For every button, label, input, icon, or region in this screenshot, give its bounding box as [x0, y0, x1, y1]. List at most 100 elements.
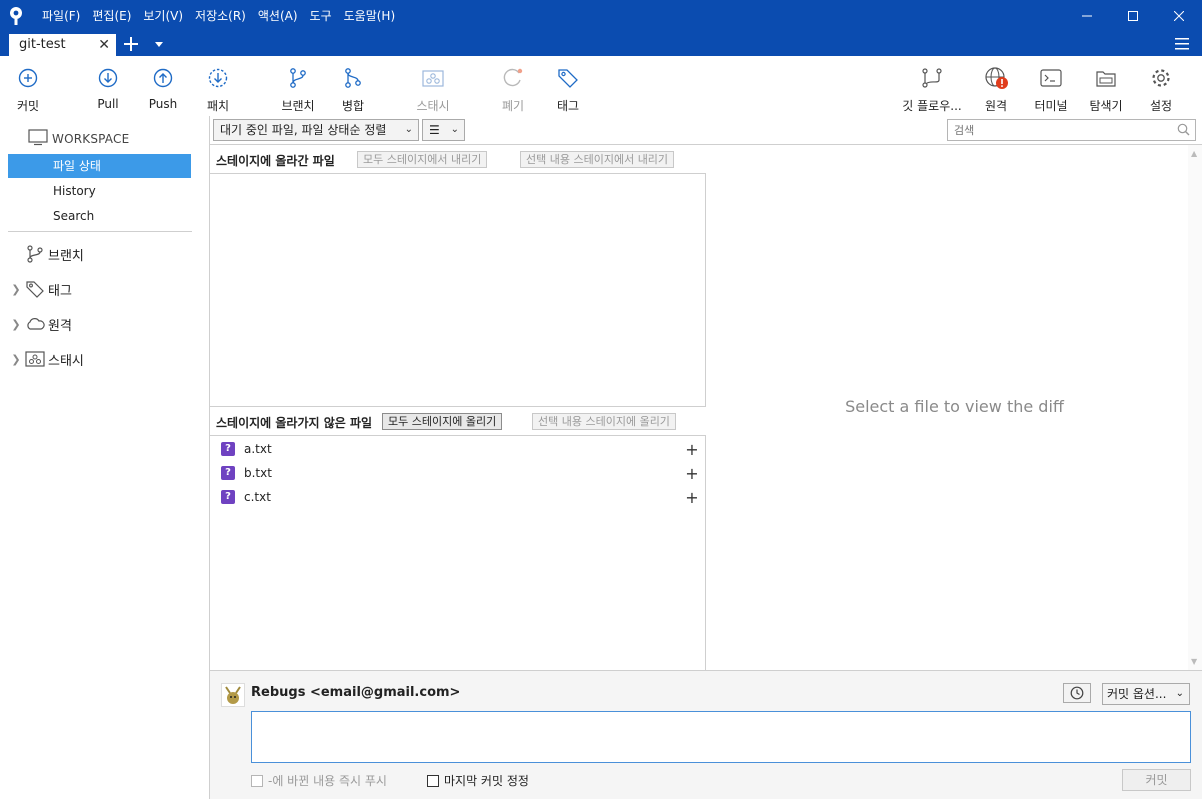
- merge-button[interactable]: 병합: [327, 66, 379, 114]
- push-button[interactable]: Push: [137, 66, 189, 114]
- git-flow-icon: [920, 66, 944, 90]
- sidebar-group-stashes[interactable]: ❯ 스태시: [8, 348, 84, 370]
- view-mode-dropdown[interactable]: ☰ ⌄: [422, 119, 465, 141]
- amend-option[interactable]: 마지막 커밋 정정: [427, 772, 529, 789]
- stage-file-plus-icon[interactable]: +: [684, 488, 700, 507]
- branch-icon: [286, 66, 310, 90]
- stage-file-plus-icon[interactable]: +: [684, 464, 700, 483]
- unstage-all-button[interactable]: 모두 스테이지에서 내리기: [357, 151, 488, 168]
- expand-arrow-icon[interactable]: ❯: [8, 353, 24, 366]
- tag-icon: [556, 66, 580, 90]
- app-menu-button[interactable]: [1174, 35, 1190, 53]
- search-field[interactable]: [947, 119, 1196, 141]
- discard-icon: [501, 66, 525, 90]
- stash-button[interactable]: 스태시: [407, 66, 459, 114]
- fetch-button[interactable]: 패치: [192, 66, 244, 114]
- cloud-icon: [24, 313, 46, 335]
- sidebar-group-label: 태그: [48, 283, 72, 299]
- sort-dropdown[interactable]: 대기 중인 파일, 파일 상태순 정렬 ⌄: [213, 119, 419, 141]
- tab-list-button[interactable]: [152, 33, 166, 55]
- scroll-down-arrow-icon[interactable]: ▼: [1191, 657, 1197, 666]
- terminal-button[interactable]: 터미널: [1025, 66, 1077, 114]
- file-row[interactable]: ? a.txt +: [210, 437, 706, 461]
- commit-message-input[interactable]: [252, 712, 1190, 762]
- tab-bar: git-test ✕: [0, 32, 1202, 56]
- menu-tools[interactable]: 도구: [304, 0, 338, 32]
- pull-button[interactable]: Pull: [82, 66, 134, 114]
- chevron-down-icon: [155, 41, 163, 47]
- toolbar: 커밋 Pull Push 패치 브랜치 병합 스태시 폐기 태그 깃 플로우..…: [0, 56, 1202, 116]
- push-immediately-checkbox[interactable]: [251, 774, 263, 787]
- discard-button[interactable]: 폐기: [487, 66, 539, 114]
- file-name: b.txt: [244, 466, 272, 480]
- file-name: c.txt: [244, 490, 271, 504]
- commit-options-dropdown[interactable]: 커밋 옵션... ⌄: [1102, 683, 1190, 705]
- commit-area: Rebugs <email@gmail.com> 커밋 옵션... ⌄ -에 바…: [210, 670, 1202, 799]
- amend-label: 마지막 커밋 정정: [444, 774, 529, 788]
- sidebar-divider: [8, 231, 192, 232]
- tag-button[interactable]: 태그: [542, 66, 594, 114]
- stage-file-plus-icon[interactable]: +: [684, 440, 700, 459]
- folder-icon: [1094, 66, 1118, 90]
- monitor-icon: [28, 128, 48, 149]
- tag-icon: [24, 278, 46, 300]
- commit-history-button[interactable]: [1063, 683, 1091, 703]
- tab-repository[interactable]: git-test ✕: [9, 34, 116, 56]
- explorer-button[interactable]: 탐색기: [1080, 66, 1132, 114]
- tab-title: git-test: [19, 37, 66, 52]
- tab-close-icon[interactable]: ✕: [98, 34, 110, 56]
- sidebar-group-label: 스태시: [48, 353, 84, 369]
- branch-icon: [24, 243, 46, 265]
- menu-edit[interactable]: 편집(E): [86, 0, 137, 32]
- maximize-button[interactable]: [1110, 0, 1156, 32]
- branch-button[interactable]: 브랜치: [272, 66, 324, 114]
- commit-options-label: 커밋 옵션...: [1107, 687, 1167, 701]
- expand-arrow-icon[interactable]: ❯: [8, 283, 24, 296]
- minimize-button[interactable]: [1064, 0, 1110, 32]
- settings-button[interactable]: 설정: [1135, 66, 1187, 114]
- pull-icon: [96, 66, 120, 90]
- file-row[interactable]: ? c.txt +: [210, 485, 706, 509]
- diff-pane: Select a file to view the diff ▲ ▼: [707, 145, 1202, 670]
- search-input[interactable]: [948, 120, 1168, 140]
- maximize-icon: [1128, 11, 1138, 21]
- scroll-up-arrow-icon[interactable]: ▲: [1191, 149, 1197, 158]
- sidebar-item-search[interactable]: Search: [8, 204, 191, 228]
- minimize-icon: [1082, 15, 1092, 17]
- menu-actions[interactable]: 액션(A): [252, 0, 304, 32]
- chevron-down-icon: ⌄: [1175, 688, 1184, 699]
- expand-arrow-icon[interactable]: ❯: [8, 318, 24, 331]
- remote-button[interactable]: 원격: [970, 66, 1022, 114]
- stage-all-button[interactable]: 모두 스테이지에 올리기: [382, 413, 503, 430]
- menu-repository[interactable]: 저장소(R): [189, 0, 252, 32]
- commit-message-box[interactable]: [251, 711, 1191, 763]
- sourcetree-logo-icon: [0, 0, 32, 32]
- commit-submit-button[interactable]: 커밋: [1122, 769, 1191, 791]
- workspace-header: WORKSPACE: [28, 128, 129, 149]
- stage-selected-button[interactable]: 선택 내용 스테이지에 올리기: [532, 413, 676, 430]
- push-icon: [151, 66, 175, 90]
- sort-dropdown-label: 대기 중인 파일, 파일 상태순 정렬: [220, 123, 387, 137]
- menu-view[interactable]: 보기(V): [137, 0, 189, 32]
- amend-checkbox[interactable]: [427, 774, 439, 787]
- gear-icon: [1149, 66, 1173, 90]
- sidebar-group-tags[interactable]: ❯ 태그: [8, 278, 72, 300]
- push-immediately-option[interactable]: -에 바뀐 내용 즉시 푸시: [251, 772, 387, 789]
- git-flow-button[interactable]: 깃 플로우...: [900, 66, 964, 114]
- diff-scrollbar[interactable]: ▲ ▼: [1188, 145, 1202, 670]
- menu-file[interactable]: 파일(F): [36, 0, 86, 32]
- untracked-status-icon: ?: [221, 466, 235, 480]
- sidebar-item-file-status[interactable]: 파일 상태: [8, 154, 191, 178]
- stash-icon: [421, 66, 445, 90]
- new-tab-button[interactable]: [121, 33, 141, 55]
- clock-icon: [1070, 686, 1084, 700]
- sidebar-group-remotes[interactable]: ❯ 원격: [8, 313, 72, 335]
- commit-button[interactable]: 커밋: [2, 66, 54, 114]
- unstage-selected-button[interactable]: 선택 내용 스테이지에서 내리기: [520, 151, 675, 168]
- search-icon: [1177, 123, 1190, 139]
- sidebar-item-history[interactable]: History: [8, 179, 191, 203]
- sidebar-group-branches[interactable]: 브랜치: [8, 243, 84, 265]
- close-window-button[interactable]: [1156, 0, 1202, 32]
- menu-help[interactable]: 도움말(H): [338, 0, 402, 32]
- file-row[interactable]: ? b.txt +: [210, 461, 706, 485]
